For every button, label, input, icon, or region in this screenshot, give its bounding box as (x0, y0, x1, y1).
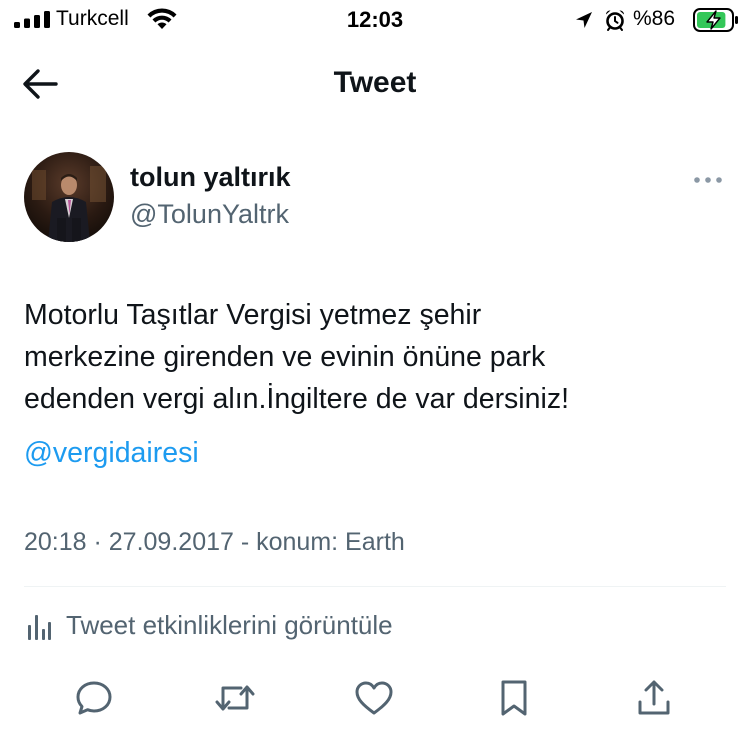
tweet-text: Motorlu Taşıtlar Vergisi yetmez şehir me… (24, 299, 569, 415)
alarm-clock-icon (605, 10, 625, 31)
page-title: Tweet (333, 66, 417, 99)
bookmark-button[interactable] (492, 676, 536, 720)
divider (24, 586, 726, 587)
battery-percentage: %86 (633, 7, 676, 30)
mention-link[interactable]: @vergidairesi (24, 432, 199, 474)
share-button[interactable] (632, 676, 676, 720)
reply-button[interactable] (72, 676, 116, 720)
retweet-button[interactable] (213, 676, 257, 720)
reply-icon (76, 681, 112, 715)
tweet-timestamp-location: 20:18 · 27.09.2017 - konum: Earth (24, 528, 405, 556)
status-bar: Turkcell 12:03 %86 (0, 0, 750, 44)
battery-charging-icon (693, 8, 738, 32)
location-arrow-icon (576, 12, 592, 28)
tweet-activity-label: Tweet etkinliklerini görüntüle (66, 610, 393, 640)
author-avatar[interactable] (24, 152, 114, 242)
bookmark-icon (501, 680, 527, 716)
more-options-icon[interactable] (690, 170, 726, 190)
share-icon (638, 680, 670, 715)
author-name[interactable]: tolun yaltırık (130, 162, 291, 193)
avatar-photo (24, 152, 114, 242)
author-handle[interactable]: @TolunYaltrk (130, 199, 289, 230)
analytics-bars-icon (28, 615, 51, 640)
like-icon (355, 681, 393, 715)
like-button[interactable] (352, 676, 396, 720)
retweet-icon (215, 685, 255, 711)
